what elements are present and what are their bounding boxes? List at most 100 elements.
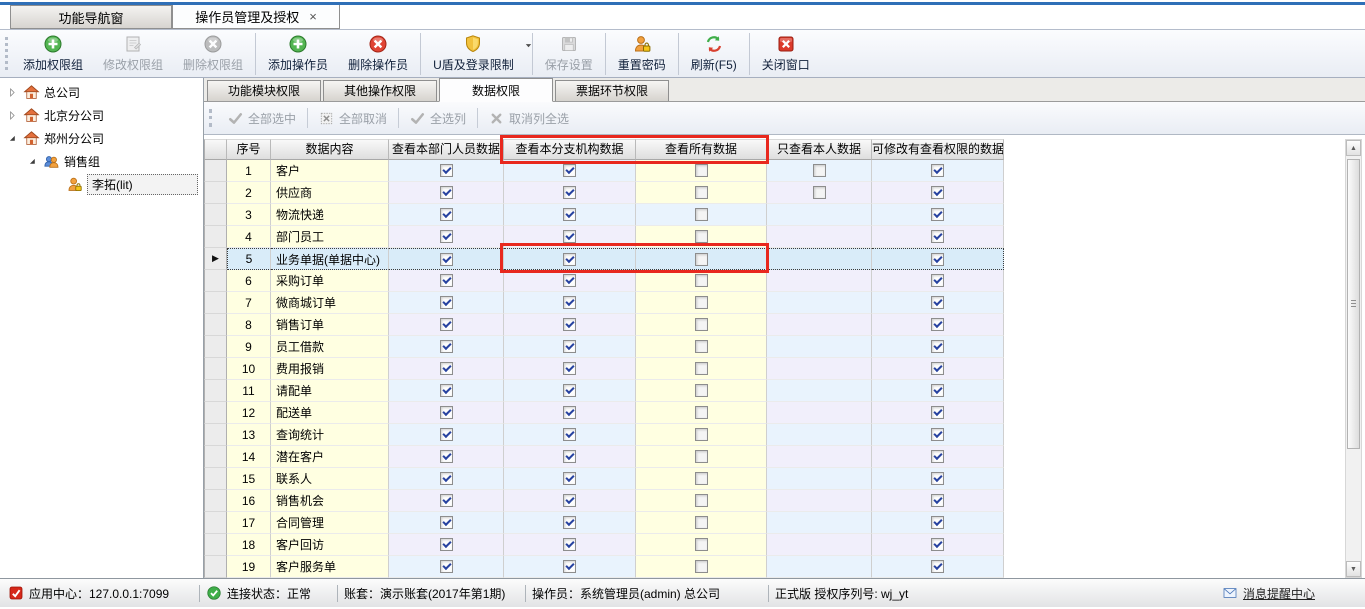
permission-checkbox[interactable] — [931, 362, 944, 375]
permission-checkbox[interactable] — [931, 208, 944, 221]
permission-checkbox[interactable] — [440, 406, 453, 419]
permission-checkbox[interactable] — [563, 450, 576, 463]
table-row[interactable]: 9员工借款 — [204, 336, 1004, 358]
scrollbar-thumb[interactable] — [1347, 159, 1360, 449]
tree-item-head-office[interactable]: 总公司 — [0, 81, 203, 104]
tab-other-operation-permission[interactable]: 其他操作权限 — [323, 80, 437, 101]
tree-item-sales-group[interactable]: 销售组 — [0, 150, 203, 173]
permission-checkbox[interactable] — [931, 450, 944, 463]
tab-function-nav-window[interactable]: 功能导航窗 — [10, 5, 172, 29]
permission-checkbox[interactable] — [931, 230, 944, 243]
permission-checkbox[interactable] — [813, 186, 826, 199]
permission-checkbox[interactable] — [440, 494, 453, 507]
close-window-button[interactable]: 关闭窗口 — [752, 32, 820, 75]
close-tab-icon[interactable]: × — [309, 9, 317, 24]
permission-checkbox[interactable] — [695, 494, 708, 507]
permission-checkbox[interactable] — [563, 296, 576, 309]
permission-checkbox[interactable] — [695, 186, 708, 199]
permission-checkbox[interactable] — [695, 208, 708, 221]
permission-checkbox[interactable] — [563, 362, 576, 375]
permission-checkbox[interactable] — [695, 560, 708, 573]
scroll-down-arrow-icon[interactable]: ▼ — [1346, 561, 1361, 577]
permission-checkbox[interactable] — [440, 450, 453, 463]
table-row[interactable]: 19客户服务单 — [204, 556, 1004, 578]
dropdown-caret-icon[interactable] — [524, 41, 533, 50]
tab-operator-management[interactable]: 操作员管理及授权 × — [172, 5, 340, 29]
permission-checkbox[interactable] — [563, 516, 576, 529]
permission-checkbox[interactable] — [440, 253, 453, 266]
tab-data-permission[interactable]: 数据权限 — [439, 78, 553, 102]
permission-checkbox[interactable] — [695, 428, 708, 441]
permission-checkbox[interactable] — [440, 318, 453, 331]
column-header[interactable]: 查看所有数据 — [636, 139, 767, 160]
permission-checkbox[interactable] — [563, 253, 576, 266]
add-operator-button[interactable]: 添加操作员 — [258, 32, 338, 75]
permission-checkbox[interactable] — [813, 164, 826, 177]
permission-checkbox[interactable] — [695, 472, 708, 485]
reset-password-button[interactable]: 重置密码 — [608, 32, 676, 75]
permission-checkbox[interactable] — [563, 538, 576, 551]
permission-checkbox[interactable] — [695, 253, 708, 266]
tab-module-permission[interactable]: 功能模块权限 — [207, 80, 321, 101]
permission-checkbox[interactable] — [695, 384, 708, 397]
permission-checkbox[interactable] — [440, 296, 453, 309]
permission-checkbox[interactable] — [563, 428, 576, 441]
permission-checkbox[interactable] — [695, 538, 708, 551]
table-row[interactable]: 12配送单 — [204, 402, 1004, 424]
delete-operator-button[interactable]: 删除操作员 — [338, 32, 418, 75]
permission-checkbox[interactable] — [931, 428, 944, 441]
table-row[interactable]: 1客户 — [204, 160, 1004, 182]
permission-checkbox[interactable] — [563, 274, 576, 287]
permission-checkbox[interactable] — [695, 450, 708, 463]
scroll-up-arrow-icon[interactable]: ▲ — [1346, 140, 1361, 156]
permission-checkbox[interactable] — [931, 384, 944, 397]
column-header[interactable]: 查看本部门人员数据 — [389, 139, 504, 160]
permission-checkbox[interactable] — [931, 538, 944, 551]
permission-checkbox[interactable] — [931, 296, 944, 309]
permission-checkbox[interactable] — [563, 560, 576, 573]
permission-checkbox[interactable] — [931, 318, 944, 331]
ukey-and-login-limit-button[interactable]: U盾及登录限制 — [423, 32, 530, 75]
permission-checkbox[interactable] — [440, 362, 453, 375]
table-row[interactable]: 2供应商 — [204, 182, 1004, 204]
permission-checkbox[interactable] — [563, 472, 576, 485]
table-row[interactable]: 10费用报销 — [204, 358, 1004, 380]
table-row[interactable]: 4部门员工 — [204, 226, 1004, 248]
permission-checkbox[interactable] — [695, 164, 708, 177]
table-row[interactable]: 3物流快递 — [204, 204, 1004, 226]
permission-checkbox[interactable] — [931, 186, 944, 199]
tab-bill-step-permission[interactable]: 票据环节权限 — [555, 80, 669, 101]
permission-checkbox[interactable] — [440, 208, 453, 221]
permission-checkbox[interactable] — [695, 406, 708, 419]
permission-checkbox[interactable] — [440, 472, 453, 485]
message-center-link[interactable]: 消息提醒中心 — [1222, 585, 1315, 602]
table-row[interactable]: 18客户回访 — [204, 534, 1004, 556]
permission-checkbox[interactable] — [931, 472, 944, 485]
table-row[interactable]: 11请配单 — [204, 380, 1004, 402]
vertical-scrollbar[interactable]: ▲ ▼ — [1345, 139, 1362, 578]
tree-item-beijing-branch[interactable]: 北京分公司 — [0, 104, 203, 127]
tree-item-user-li-tuo[interactable]: 李拓(lit) — [0, 173, 203, 196]
permission-checkbox[interactable] — [563, 340, 576, 353]
permission-checkbox[interactable] — [931, 516, 944, 529]
permission-checkbox[interactable] — [563, 494, 576, 507]
permission-checkbox[interactable] — [440, 230, 453, 243]
permission-checkbox[interactable] — [931, 494, 944, 507]
column-header[interactable]: 数据内容 — [271, 139, 389, 160]
permission-checkbox[interactable] — [931, 560, 944, 573]
permission-checkbox[interactable] — [563, 164, 576, 177]
permission-checkbox[interactable] — [440, 274, 453, 287]
permission-checkbox[interactable] — [931, 253, 944, 266]
table-row[interactable]: 17合同管理 — [204, 512, 1004, 534]
permission-checkbox[interactable] — [440, 428, 453, 441]
permission-checkbox[interactable] — [695, 230, 708, 243]
permission-checkbox[interactable] — [931, 340, 944, 353]
permission-checkbox[interactable] — [440, 384, 453, 397]
permission-checkbox[interactable] — [563, 384, 576, 397]
permission-checkbox[interactable] — [440, 516, 453, 529]
permission-checkbox[interactable] — [563, 406, 576, 419]
permission-checkbox[interactable] — [931, 164, 944, 177]
permission-checkbox[interactable] — [440, 560, 453, 573]
permission-checkbox[interactable] — [563, 230, 576, 243]
permission-checkbox[interactable] — [695, 362, 708, 375]
